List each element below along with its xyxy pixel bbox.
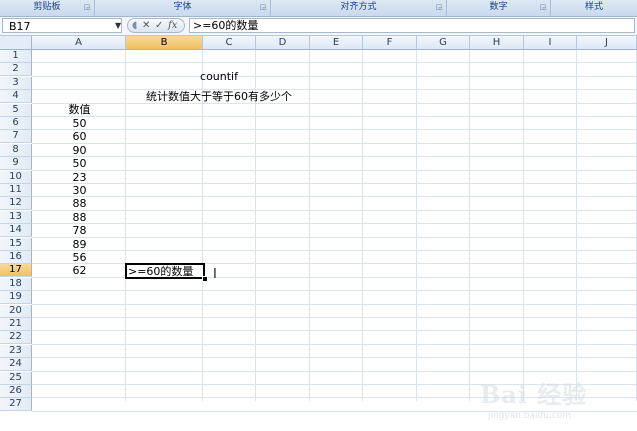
watermark: Bai 经验 jingyan.baidu.com (480, 371, 630, 431)
row-header-21[interactable]: 21 (0, 318, 32, 331)
cell-title[interactable]: countif (127, 70, 311, 83)
column-header-E[interactable]: E (310, 36, 363, 50)
cancel-icon[interactable]: ✕ (142, 19, 150, 32)
cell-value[interactable]: 30 (33, 184, 126, 197)
cell-a5-header[interactable]: 数值 (33, 103, 126, 116)
active-cell-b17[interactable]: >=60的数量 (125, 263, 205, 279)
cell-value[interactable]: 62 (33, 264, 126, 277)
row-header-26[interactable]: 26 (0, 385, 32, 398)
column-header-J[interactable]: J (577, 36, 637, 50)
row-header-5[interactable]: 5 (0, 103, 32, 117)
column-header-B[interactable]: B (126, 36, 203, 50)
row-header-6[interactable]: 6 (0, 117, 32, 130)
name-box-value: B17 (9, 20, 31, 33)
row-header-2[interactable]: 2 (0, 63, 32, 77)
row-header-8[interactable]: 8 (0, 143, 32, 157)
cell-value[interactable]: 90 (33, 144, 126, 157)
grid-hline (32, 343, 637, 345)
row-header-11[interactable]: 11 (0, 184, 32, 197)
row-header-27[interactable]: 27 (0, 398, 32, 412)
row-header-7[interactable]: 7 (0, 130, 32, 144)
cell-value[interactable]: 50 (33, 117, 126, 130)
ribbon-group-label: 数字 (489, 2, 508, 12)
row-header-3[interactable]: 3 (0, 76, 32, 90)
row-header-13[interactable]: 13 (0, 210, 32, 224)
column-header-C[interactable]: C (203, 36, 256, 50)
dialog-launcher-icon[interactable]: ◲ (435, 3, 443, 11)
grid-hline (32, 330, 637, 332)
grid-hline (32, 75, 637, 77)
text-cursor-icon: I (213, 267, 217, 282)
cell-value[interactable]: 88 (33, 211, 126, 224)
formula-text: >=60的数量 (193, 19, 259, 32)
row-header-14[interactable]: 14 (0, 224, 32, 238)
row-header-22[interactable]: 22 (0, 331, 32, 345)
check-icon[interactable]: ✓ (155, 19, 163, 32)
ribbon-group-font[interactable]: 字体 ◲ (95, 0, 271, 16)
cell-value[interactable]: 23 (33, 171, 126, 184)
column-header-F[interactable]: F (363, 36, 417, 50)
name-box[interactable]: B17 (2, 18, 122, 33)
cell-value[interactable]: 56 (33, 251, 126, 264)
row-header-24[interactable]: 24 (0, 358, 32, 372)
column-header-I[interactable]: I (524, 36, 577, 50)
ribbon-group-number[interactable]: 数字 ◲ (447, 0, 551, 16)
dialog-launcher-icon[interactable]: ◲ (83, 3, 91, 11)
dialog-launcher-icon[interactable]: ◲ (259, 3, 267, 11)
row-header-20[interactable]: 20 (0, 304, 32, 318)
cell-value[interactable]: 78 (33, 224, 126, 237)
row-header-4[interactable]: 4 (0, 90, 32, 104)
cell-subtitle[interactable]: 统计数值大于等于60有多少个 (127, 90, 311, 103)
grid-hline (32, 317, 637, 318)
ribbon-group-label: 样式 (584, 2, 603, 12)
expand-icon[interactable]: ◖ (132, 19, 137, 32)
cell-value[interactable]: 60 (33, 130, 126, 143)
row-header-10[interactable]: 10 (0, 170, 32, 184)
cell-b17-text: >=60的数量 (128, 265, 194, 278)
ribbon-group-label: 对齐方式 (340, 2, 377, 12)
column-header-G[interactable]: G (417, 36, 470, 50)
row-header-12[interactable]: 12 (0, 197, 32, 211)
grid-hline (32, 290, 637, 292)
row-header-23[interactable]: 23 (0, 344, 32, 358)
column-header-H[interactable]: H (470, 36, 524, 50)
column-header-D[interactable]: D (256, 36, 310, 50)
watermark-url: jingyan.baidu.com (488, 411, 572, 421)
grid-hline (32, 62, 637, 64)
worksheet-grid[interactable]: ABCDEFGHIJ 1 2 3 4 5 6 7 8 9 10 11 12 13 14 15 16 17 18 19… (0, 36, 637, 421)
ribbon-group-label: 字体 (173, 2, 192, 12)
select-all-corner[interactable] (0, 36, 32, 50)
cell-value[interactable]: 89 (33, 238, 126, 251)
formula-bar: B17 ▼ ◖ ✕ ✓ fx >=60的数量 (0, 17, 637, 36)
fill-handle[interactable] (202, 276, 208, 282)
ribbon-group-styles[interactable]: 样式 (551, 0, 637, 16)
grid-hline (32, 357, 637, 359)
row-header-18[interactable]: 18 (0, 277, 32, 291)
row-header-9[interactable]: 9 (0, 157, 32, 171)
ribbon-group-label: 剪贴板 (33, 2, 61, 12)
ribbon-group-alignment[interactable]: 对齐方式 ◲ (271, 0, 447, 16)
row-header-15[interactable]: 15 (0, 237, 32, 251)
chevron-down-icon[interactable]: ▼ (115, 21, 121, 30)
row-header-17[interactable]: 17 (0, 264, 32, 278)
row-header-1[interactable]: 1 (0, 50, 32, 63)
grid-hline (32, 89, 637, 91)
column-header-A[interactable]: A (32, 36, 126, 50)
formula-input[interactable]: >=60的数量 (189, 18, 635, 33)
formula-buttons: ◖ ✕ ✓ fx (127, 18, 185, 33)
grid-hline (32, 303, 637, 305)
cell-value[interactable]: 50 (33, 157, 126, 170)
ribbon-group-clipboard[interactable]: 剪贴板 ◲ (0, 0, 95, 16)
dialog-launcher-icon[interactable]: ◲ (539, 3, 547, 11)
cell-value[interactable]: 88 (33, 197, 126, 210)
ribbon-group-strip: 剪贴板 ◲ 字体 ◲ 对齐方式 ◲ 数字 ◲ 样式 (0, 0, 637, 17)
watermark-logo: Bai 经验 (480, 380, 588, 409)
function-icon[interactable]: fx (168, 19, 177, 32)
row-header-25[interactable]: 25 (0, 371, 32, 385)
row-header-16[interactable]: 16 (0, 251, 32, 264)
row-header-19[interactable]: 19 (0, 291, 32, 305)
